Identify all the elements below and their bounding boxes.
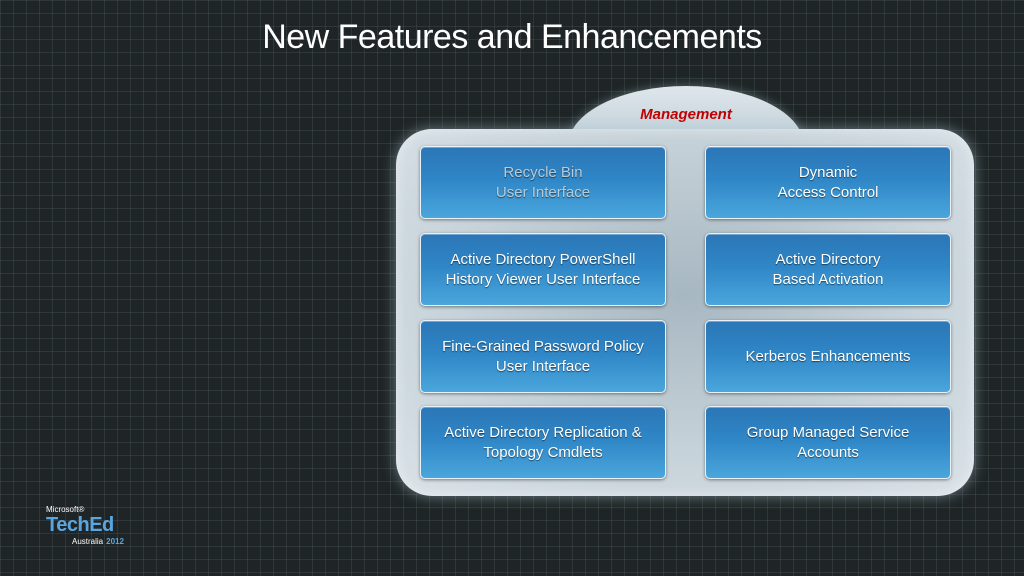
tile-kerberos-enhancements[interactable]: Kerberos Enhancements	[705, 320, 951, 393]
tile-dynamic-access-control[interactable]: Dynamic Access Control	[705, 146, 951, 219]
tile-label: Kerberos Enhancements	[745, 347, 911, 365]
tile-recycle-bin-ui[interactable]: Recycle Bin User Interface	[420, 146, 666, 219]
tile-ad-based-activation[interactable]: Active Directory Based Activation	[705, 233, 951, 306]
tile-ad-powershell-history-viewer[interactable]: Active Directory PowerShell History View…	[420, 233, 666, 306]
logo-year: 2012	[106, 537, 124, 546]
tile-label: Fine-Grained Password Policy User Interf…	[442, 337, 644, 375]
tile-ad-replication-topology-cmdlets[interactable]: Active Directory Replication & Topology …	[420, 406, 666, 479]
teched-logo: Microsoft® TechEd Australia 2012	[46, 505, 136, 547]
logo-name: TechEd	[46, 514, 114, 536]
logo-region: Australia	[72, 537, 104, 546]
tile-label: Active Directory PowerShell History View…	[445, 250, 641, 288]
tile-label: Recycle Bin User Interface	[495, 163, 591, 201]
tile-group-managed-service-accounts[interactable]: Group Managed Service Accounts	[705, 406, 951, 479]
tile-label: Dynamic Access Control	[777, 163, 879, 201]
tile-label: Group Managed Service Accounts	[746, 423, 910, 461]
slide-title: New Features and Enhancements	[262, 18, 762, 56]
logo-region-line: Australia 2012	[72, 537, 124, 546]
management-tab-label: Management	[640, 106, 732, 123]
tile-label: Active Directory Replication & Topology …	[444, 423, 642, 461]
logo-brand: Microsoft®	[46, 505, 85, 514]
tile-fine-grained-password-policy-ui[interactable]: Fine-Grained Password Policy User Interf…	[420, 320, 666, 393]
tile-label: Active Directory Based Activation	[772, 250, 884, 288]
